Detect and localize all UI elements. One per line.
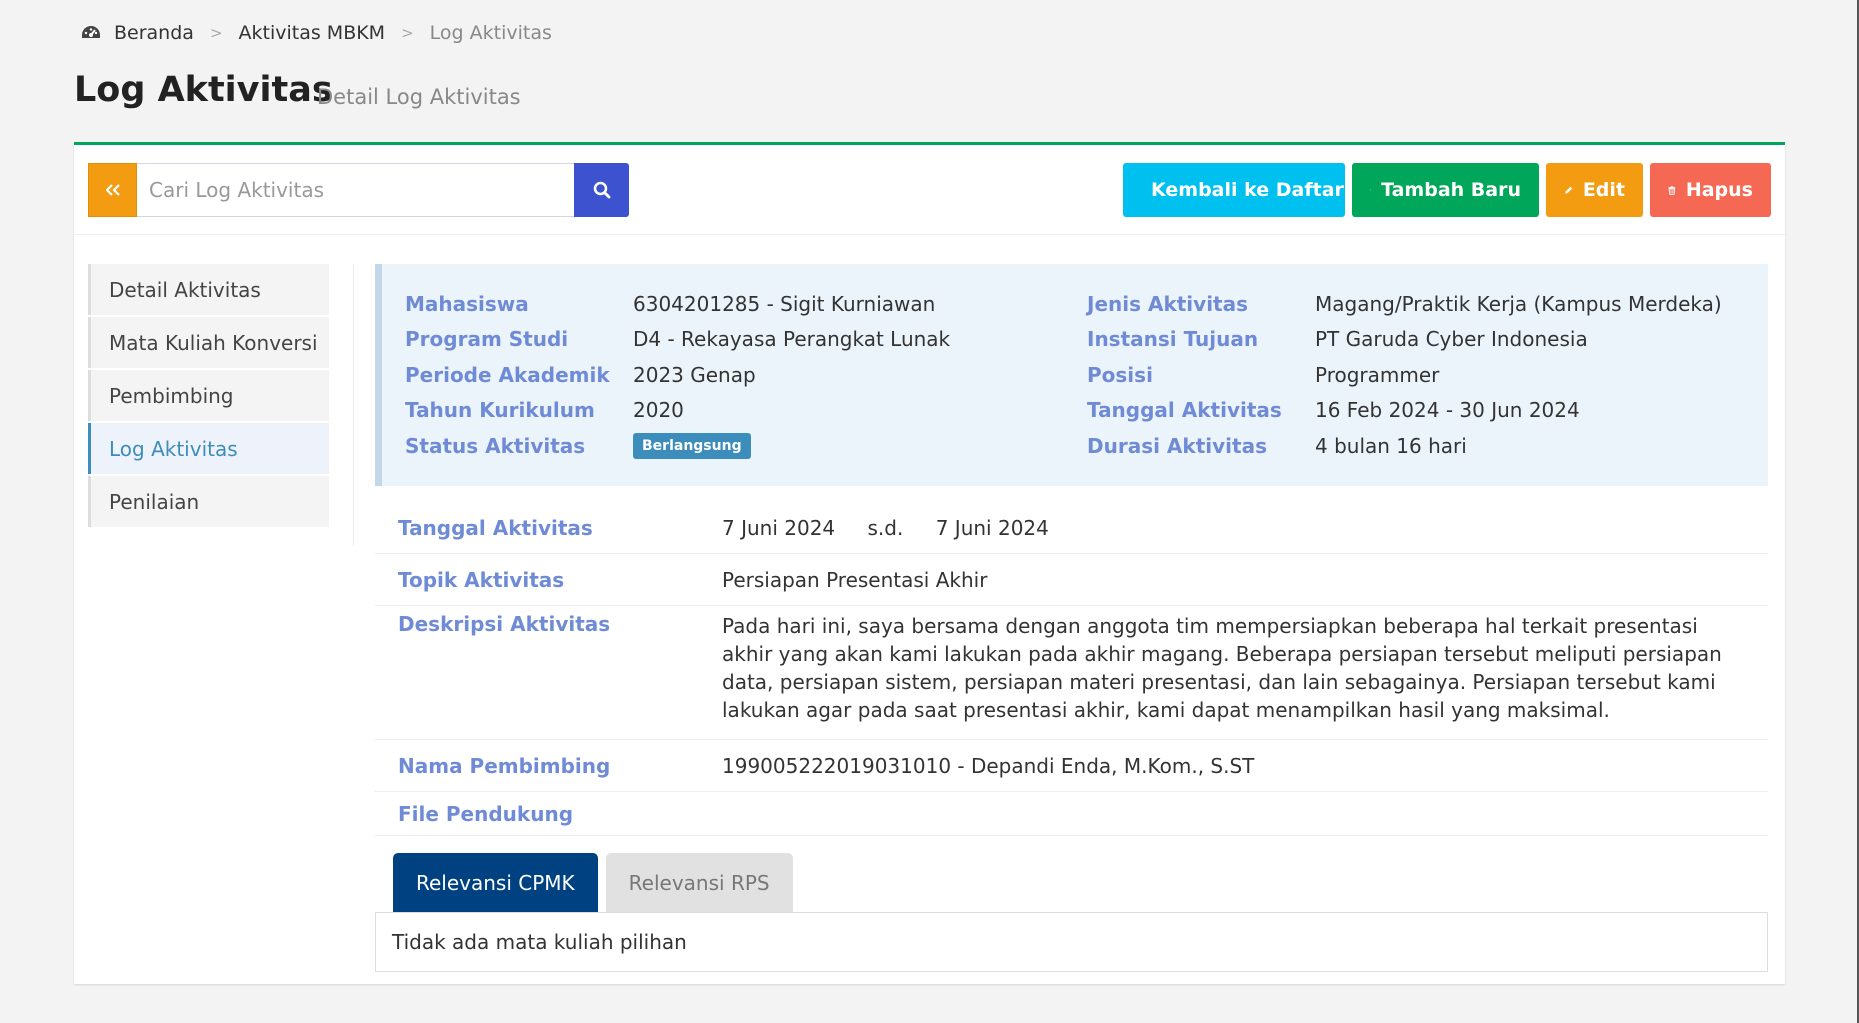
info-label: Tanggal Aktivitas — [1087, 398, 1282, 423]
double-chevron-left-icon — [105, 184, 120, 196]
breadcrumb: Beranda > Aktivitas MBKM > Log Aktivitas — [80, 22, 552, 44]
date-end: 7 Juni 2024 — [935, 515, 1049, 540]
nav-item-detail-aktivitas[interactable]: Detail Aktivitas — [88, 264, 329, 315]
divider — [353, 264, 354, 546]
detail-value: 199005222019031010 - Depandi Enda, M.Kom… — [722, 753, 1255, 778]
search-button[interactable] — [574, 163, 629, 217]
nav-item-penilaian[interactable]: Penilaian — [88, 476, 329, 527]
nav-item-log-aktivitas[interactable]: Log Aktivitas — [88, 423, 329, 474]
info-row: Tanggal Aktivitas 16 Feb 2024 - 30 Jun 2… — [1087, 393, 1722, 429]
info-left-column: Mahasiswa 6304201285 - Sigit Kurniawan P… — [405, 286, 950, 464]
info-value: PT Garuda Cyber Indonesia — [1315, 327, 1588, 352]
activity-info-panel: Mahasiswa 6304201285 - Sigit Kurniawan P… — [375, 264, 1768, 486]
status-badge: Berlangsung — [633, 432, 751, 459]
info-row: Mahasiswa 6304201285 - Sigit Kurniawan — [405, 286, 950, 322]
empty-message: Tidak ada mata kuliah pilihan — [392, 930, 687, 954]
tab-relevansi-rps[interactable]: Relevansi RPS — [605, 853, 793, 912]
detail-row-tanggal: Tanggal Aktivitas 7 Juni 2024 s.d. 7 Jun… — [375, 502, 1768, 554]
add-new-button[interactable]: Tambah Baru — [1352, 163, 1539, 217]
search-group — [88, 163, 629, 217]
detail-row-deskripsi: Deskripsi Aktivitas Pada hari ini, saya … — [375, 606, 1768, 740]
detail-row-topik: Topik Aktivitas Persiapan Presentasi Akh… — [375, 554, 1768, 606]
chevron-right-icon: > — [209, 24, 223, 42]
info-label: Instansi Tujuan — [1087, 327, 1259, 352]
search-icon — [593, 181, 610, 199]
info-value: Magang/Praktik Kerja (Kampus Merdeka) — [1315, 291, 1722, 316]
info-label: Durasi Aktivitas — [1087, 433, 1267, 458]
nav-item-pembimbing[interactable]: Pembimbing — [88, 370, 329, 421]
delete-button[interactable]: Hapus — [1650, 163, 1771, 217]
trash-icon — [1668, 185, 1676, 195]
detail-value: Pada hari ini, saya bersama dengan anggo… — [722, 614, 1722, 722]
detail-label: Topik Aktivitas — [398, 567, 565, 592]
info-value: 2023 Genap — [633, 362, 756, 387]
info-value: 4 bulan 16 hari — [1315, 433, 1467, 458]
info-row: Status Aktivitas Berlangsung — [405, 428, 950, 464]
detail-label: Tanggal Aktivitas — [398, 515, 593, 540]
detail-row-file: File Pendukung — [375, 792, 1768, 836]
info-label: Status Aktivitas — [405, 433, 586, 458]
info-value: 2020 — [633, 398, 684, 423]
tab-panel: Tidak ada mata kuliah pilihan — [375, 912, 1768, 972]
detail-label: Nama Pembimbing — [398, 753, 611, 778]
pencil-icon — [1565, 186, 1573, 194]
detail-label: Deskripsi Aktivitas — [398, 612, 611, 636]
info-label: Periode Akademik — [405, 362, 610, 387]
plus-icon — [1370, 189, 1372, 191]
breadcrumb-current: Log Aktivitas — [429, 22, 552, 44]
log-detail-table: Tanggal Aktivitas 7 Juni 2024 s.d. 7 Jun… — [375, 502, 1768, 836]
edit-label: Edit — [1582, 179, 1625, 201]
info-label: Program Studi — [405, 327, 569, 352]
info-row: Periode Akademik 2023 Genap — [405, 357, 950, 393]
detail-row-pembimbing: Nama Pembimbing 199005222019031010 - Dep… — [375, 740, 1768, 792]
back-to-list-label: Kembali ke Daftar — [1151, 179, 1344, 201]
detail-value: 7 Juni 2024 s.d. 7 Juni 2024 — [722, 516, 1768, 540]
add-new-label: Tambah Baru — [1381, 179, 1521, 201]
date-separator: s.d. — [867, 515, 904, 540]
back-to-list-button[interactable]: Kembali ke Daftar — [1123, 163, 1345, 217]
info-row: Posisi Programmer — [1087, 357, 1722, 393]
info-label: Mahasiswa — [405, 291, 529, 316]
info-value: 16 Feb 2024 - 30 Jun 2024 — [1315, 398, 1580, 423]
info-label: Posisi — [1087, 362, 1153, 387]
nav-item-mata-kuliah-konversi[interactable]: Mata Kuliah Konversi — [88, 317, 329, 368]
edit-button[interactable]: Edit — [1546, 163, 1643, 217]
search-input[interactable] — [137, 163, 574, 217]
chevron-right-icon: > — [401, 24, 414, 42]
box-header: Kembali ke Daftar Tambah Baru Edit — [74, 145, 1785, 235]
info-value: 6304201285 - Sigit Kurniawan — [633, 291, 936, 316]
action-buttons: Kembali ke Daftar Tambah Baru Edit Hapus — [1123, 163, 1771, 217]
info-row: Tahun Kurikulum 2020 — [405, 393, 950, 429]
info-right-column: Jenis Aktivitas Magang/Praktik Kerja (Ka… — [1087, 286, 1722, 464]
detail-label: File Pendukung — [398, 801, 574, 826]
relevance-tabs: Relevansi CPMK Relevansi RPS — [393, 853, 793, 912]
info-row: Jenis Aktivitas Magang/Praktik Kerja (Ka… — [1087, 286, 1722, 322]
info-row: Program Studi D4 - Rekayasa Perangkat Lu… — [405, 322, 950, 358]
breadcrumb-aktivitas-mbkm[interactable]: Aktivitas MBKM — [239, 22, 386, 44]
info-label: Tahun Kurikulum — [405, 398, 595, 423]
info-row: Instansi Tujuan PT Garuda Cyber Indonesi… — [1087, 322, 1722, 358]
page-title: Log Aktivitas — [74, 70, 333, 110]
page-subtitle: Detail Log Aktivitas — [317, 85, 521, 109]
delete-label: Hapus — [1685, 179, 1753, 201]
info-value: Programmer — [1315, 362, 1440, 387]
info-row: Durasi Aktivitas 4 bulan 16 hari — [1087, 428, 1722, 464]
content-box: Kembali ke Daftar Tambah Baru Edit — [74, 142, 1785, 984]
side-nav: Detail Aktivitas Mata Kuliah Konversi Pe… — [88, 264, 329, 529]
page: Beranda > Aktivitas MBKM > Log Aktivitas… — [0, 0, 1859, 1023]
detail-value: Persiapan Presentasi Akhir — [722, 567, 988, 592]
date-start: 7 Juni 2024 — [722, 515, 836, 540]
dashboard-icon — [82, 26, 100, 38]
breadcrumb-home[interactable]: Beranda — [114, 22, 194, 44]
info-value: D4 - Rekayasa Perangkat Lunak — [633, 327, 951, 352]
tab-relevansi-cpmk[interactable]: Relevansi CPMK — [393, 853, 598, 912]
collapse-button[interactable] — [88, 163, 137, 217]
info-label: Jenis Aktivitas — [1087, 291, 1249, 316]
